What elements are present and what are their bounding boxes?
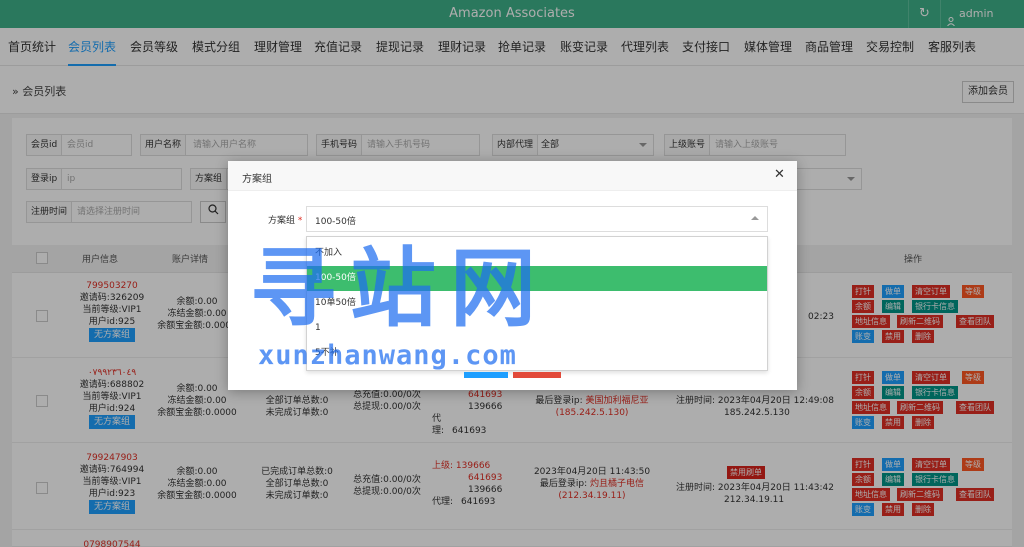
cancel-button[interactable]	[513, 372, 561, 378]
plan-group-selected-value: 100-50倍	[315, 217, 356, 227]
watermark-url: xunzhanwang.com	[258, 340, 517, 371]
plan-group-select[interactable]: 100-50倍	[306, 206, 768, 232]
dialog-header: 方案组 ✕	[228, 161, 797, 191]
required-mark: *	[297, 216, 303, 226]
dialog-title: 方案组	[242, 174, 272, 185]
watermark-title: 寻站网	[250, 239, 550, 339]
chevron-up-icon	[751, 216, 759, 220]
close-icon[interactable]: ✕	[774, 167, 785, 182]
plan-group-field-label: 方案组 *	[268, 216, 303, 226]
confirm-button[interactable]	[464, 372, 508, 378]
